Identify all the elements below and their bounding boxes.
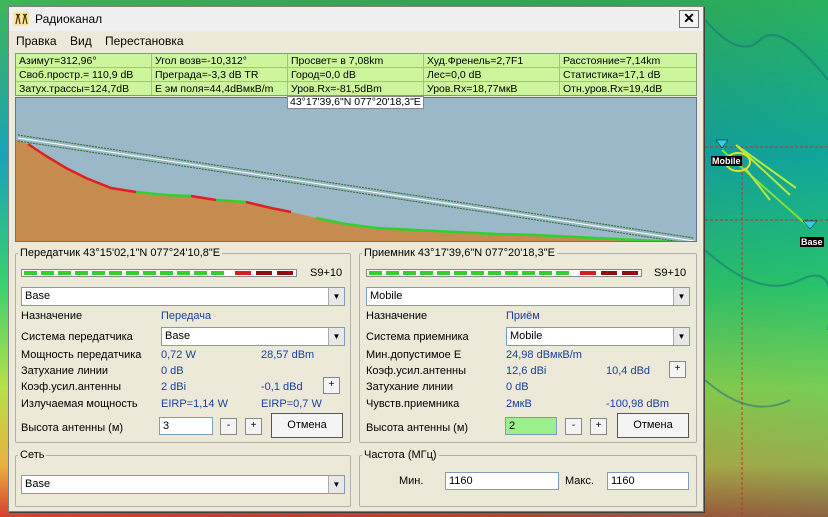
info-free-space: Своб.простр.= 110,9 dB — [19, 69, 134, 81]
rx-gain-dbi: 12,6 dBi — [506, 365, 547, 377]
rx-sensitivity-uv: 2мкВ — [506, 398, 532, 410]
link-info-panel: Азимут=312,96° Угол возв=-10,312° Просве… — [15, 53, 697, 96]
tx-signal-label: S9+10 — [310, 267, 343, 279]
menu-rearrange[interactable]: Перестановка — [105, 34, 184, 48]
rx-system-select[interactable]: Mobile ▼ — [506, 327, 690, 346]
rx-purpose-value: Приём — [506, 310, 540, 322]
tx-height-input[interactable]: 3 — [159, 417, 213, 435]
tx-station-value: Base — [25, 290, 51, 302]
tx-radiated-label: Излучаемая мощность — [21, 398, 138, 410]
network-legend: Сеть — [20, 449, 45, 461]
rx-station-value: Mobile — [370, 290, 403, 302]
tx-line-loss-value: 0 dB — [161, 365, 184, 377]
rx-cancel-button[interactable]: Отмена — [617, 413, 689, 438]
menu-edit[interactable]: Правка — [16, 34, 57, 48]
rx-height-input[interactable]: 2 — [505, 417, 557, 435]
map-label-base[interactable]: Base — [800, 237, 824, 247]
info-fresnel: Худ.Френель=2,7F1 — [427, 55, 524, 67]
map-label-mobile[interactable]: Mobile — [711, 156, 742, 166]
path-profile-chart[interactable] — [15, 97, 697, 242]
rx-gain-plus-button[interactable]: + — [669, 361, 686, 378]
tx-line-loss-label: Затухание линии — [21, 365, 108, 377]
info-forest: Лес=0,0 dB — [427, 69, 482, 81]
info-field-strength: E эм поля=44,4dBмкВ/m — [155, 83, 274, 95]
rx-min-e-value: 24,98 dBмкВ/m — [506, 349, 582, 361]
coord-tooltip: 43°17'39,6"N 077°20'18,3"E — [287, 96, 424, 109]
tx-height-minus-button[interactable]: - — [220, 418, 237, 435]
rx-line-loss-label: Затухание линии — [366, 381, 453, 393]
close-button[interactable]: ✕ — [679, 10, 699, 28]
rx-height-minus-button[interactable]: - — [565, 418, 582, 435]
freq-min-label: Мин. — [399, 475, 424, 487]
freq-min-input[interactable]: 1160 — [445, 472, 559, 490]
info-azimuth: Азимут=312,96° — [19, 55, 97, 67]
rx-purpose-label: Назначение — [366, 310, 428, 322]
freq-max-input[interactable]: 1160 — [607, 472, 689, 490]
tx-power-w: 0,72 W — [161, 349, 196, 361]
rx-sensitivity-dbm: -100,98 dBm — [606, 398, 669, 410]
tx-purpose-value: Передача — [161, 310, 212, 322]
tx-height-label: Высота антенны (м) — [21, 422, 124, 434]
freq-max-label: Макс. — [565, 475, 594, 487]
frequency-legend: Частота (МГц) — [364, 449, 437, 461]
tx-purpose-label: Назначение — [21, 310, 83, 322]
tx-erp: EIRP=0,7 W — [261, 398, 322, 410]
info-distance: Расстояние=7,14km — [563, 55, 661, 67]
radio-link-window: Радиоканал ✕ Правка Вид Перестановка Ази… — [8, 6, 704, 512]
tx-system-select[interactable]: Base ▼ — [161, 327, 345, 346]
rx-height-plus-button[interactable]: + — [590, 418, 607, 435]
window-title: Радиоканал — [35, 12, 103, 26]
rx-gain-dbd: 10,4 dBd — [606, 365, 651, 377]
info-elevation-angle: Угол возв=-10,312° — [155, 55, 247, 67]
info-clearance: Просвет= в 7,08km — [291, 55, 384, 67]
menu-bar: Правка Вид Перестановка — [9, 31, 703, 51]
tx-power-label: Мощность передатчика — [21, 349, 142, 361]
receiver-legend: Приемник 43°17'39,6"N 077°20'18,3"E — [364, 247, 555, 259]
tx-station-select[interactable]: Base ▼ — [21, 287, 345, 306]
transmitter-legend: Передатчик 43°15'02,1"N 077°24'10,8"E — [20, 247, 221, 259]
tx-system-label: Система передатчика — [21, 331, 133, 343]
info-rel-rx-level: Отн.уров.Rx=19,4dB — [563, 83, 663, 95]
tx-power-dbm: 28,57 dBm — [261, 349, 315, 361]
rx-gain-label: Коэф.усил.антенны — [366, 365, 467, 377]
info-obstacle: Преграда=-3,3 dB TR — [155, 69, 259, 81]
tx-system-value: Base — [165, 330, 191, 342]
tx-signal-meter — [21, 269, 297, 277]
rx-signal-label: S9+10 — [654, 267, 687, 279]
tx-gain-dbd: -0,1 dBd — [261, 381, 303, 393]
tx-height-plus-button[interactable]: + — [245, 418, 262, 435]
chevron-down-icon[interactable]: ▼ — [673, 328, 689, 345]
rx-sensitivity-label: Чувств.приемника — [366, 398, 460, 410]
rx-system-label: Система приемника — [366, 331, 469, 343]
tx-eirp: EIRP=1,14 W — [161, 398, 228, 410]
info-city: Город=0,0 dB — [291, 69, 356, 81]
tx-gain-dbi: 2 dBi — [161, 381, 187, 393]
rx-station-select[interactable]: Mobile ▼ — [366, 287, 690, 306]
tx-cancel-button[interactable]: Отмена — [271, 413, 343, 438]
chevron-down-icon[interactable]: ▼ — [673, 288, 689, 305]
rx-signal-meter — [366, 269, 642, 277]
network-select[interactable]: Base ▼ — [21, 475, 345, 494]
info-rx-level-dbm: Уров.Rx=-81,5dBm — [291, 83, 382, 95]
network-value: Base — [25, 478, 51, 490]
info-rx-level-uv: Уров.Rx=18,77мкВ — [427, 83, 518, 95]
chevron-down-icon[interactable]: ▼ — [328, 476, 344, 493]
rx-height-label: Высота антенны (м) — [366, 422, 469, 434]
rx-system-value: Mobile — [510, 330, 543, 342]
tx-gain-label: Коэф.усил.антенны — [21, 381, 122, 393]
info-path-loss: Затух.трассы=124,7dB — [19, 83, 130, 95]
rx-min-e-label: Мин.допустимое E — [366, 349, 462, 361]
title-bar[interactable]: Радиоканал ✕ — [9, 7, 703, 31]
chevron-down-icon[interactable]: ▼ — [328, 288, 344, 305]
tx-gain-plus-button[interactable]: + — [323, 377, 340, 394]
antenna-icon — [13, 12, 29, 26]
menu-view[interactable]: Вид — [70, 34, 92, 48]
info-statistics: Статистика=17,1 dB — [563, 69, 661, 81]
rx-line-loss-value: 0 dB — [506, 381, 529, 393]
chevron-down-icon[interactable]: ▼ — [328, 328, 344, 345]
